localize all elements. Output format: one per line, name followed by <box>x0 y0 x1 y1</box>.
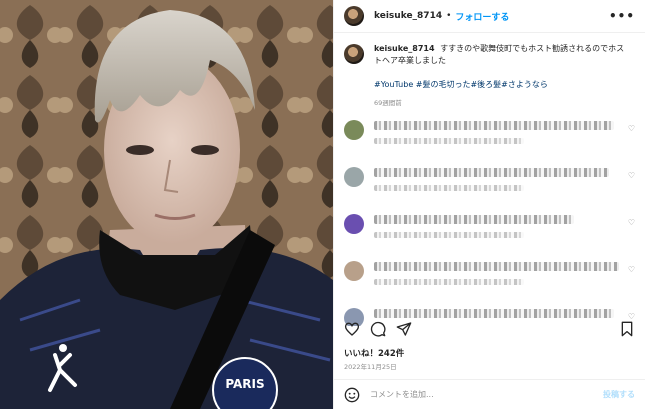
comment-item: ♡ <box>344 259 635 306</box>
author-avatar[interactable] <box>344 6 364 26</box>
psg-logo-text: PARIS <box>225 377 264 391</box>
heart-icon[interactable] <box>344 321 360 337</box>
emoji-icon[interactable] <box>344 387 360 403</box>
post-actions <box>344 318 635 340</box>
post-photo[interactable]: PARIS <box>0 0 333 409</box>
selfie-image: PARIS <box>0 0 333 409</box>
add-comment-bar: 投稿する <box>334 379 645 409</box>
post-side-panel: keisuke_8714 • フォローする ••• keisuke_8714 す… <box>333 0 645 409</box>
post-date: 2022年11月25日 <box>344 363 397 371</box>
blurred-comment-meta <box>374 138 524 144</box>
post-comment-button[interactable]: 投稿する <box>603 389 635 400</box>
blurred-comment-text <box>374 121 614 130</box>
comment-item: ♡ <box>344 165 635 212</box>
comment-input[interactable] <box>370 390 603 399</box>
caption-hashtags[interactable]: #YouTube #髪の毛切った#後ろ髪#さようなら <box>374 79 629 91</box>
comment-like-icon[interactable]: ♡ <box>628 171 635 180</box>
comment-item: ♡ <box>344 118 635 165</box>
comment-like-icon[interactable]: ♡ <box>628 124 635 133</box>
post-caption: keisuke_8714 すすきのや歌舞伎町でもホスト勧誘されるのでホストヘア卒… <box>334 33 645 109</box>
commenter-avatar[interactable] <box>344 261 364 281</box>
bookmark-icon[interactable] <box>619 321 635 337</box>
blurred-comment-text <box>374 309 614 318</box>
comment-list: ♡ ♡ ♡ ♡ ♡ <box>344 118 635 326</box>
caption-avatar[interactable] <box>344 44 364 64</box>
caption-username[interactable]: keisuke_8714 <box>374 44 435 53</box>
follow-button[interactable]: フォローする <box>455 10 509 23</box>
comment-item: ♡ <box>344 212 635 259</box>
blurred-comment-text <box>374 262 619 271</box>
caption-age: 69週間前 <box>374 99 402 107</box>
blurred-comment-meta <box>374 185 524 191</box>
blurred-comment-meta <box>374 232 524 238</box>
blurred-comment-text <box>374 215 574 224</box>
comment-like-icon[interactable]: ♡ <box>628 265 635 274</box>
author-username[interactable]: keisuke_8714 <box>374 11 442 21</box>
commenter-avatar[interactable] <box>344 167 364 187</box>
blurred-comment-text <box>374 168 609 177</box>
commenter-avatar[interactable] <box>344 214 364 234</box>
post-header: keisuke_8714 • フォローする ••• <box>334 0 645 33</box>
comment-icon[interactable] <box>370 321 386 337</box>
more-options-icon[interactable]: ••• <box>609 9 635 23</box>
like-count[interactable]: いいね！242件 <box>344 347 404 359</box>
share-icon[interactable] <box>396 321 412 337</box>
blurred-comment-meta <box>374 279 524 285</box>
header-separator: • <box>446 11 452 21</box>
instagram-post: PARIS keisuke_8714 • フォローする ••• keisuke_… <box>0 0 645 409</box>
commenter-avatar[interactable] <box>344 120 364 140</box>
comment-like-icon[interactable]: ♡ <box>628 218 635 227</box>
